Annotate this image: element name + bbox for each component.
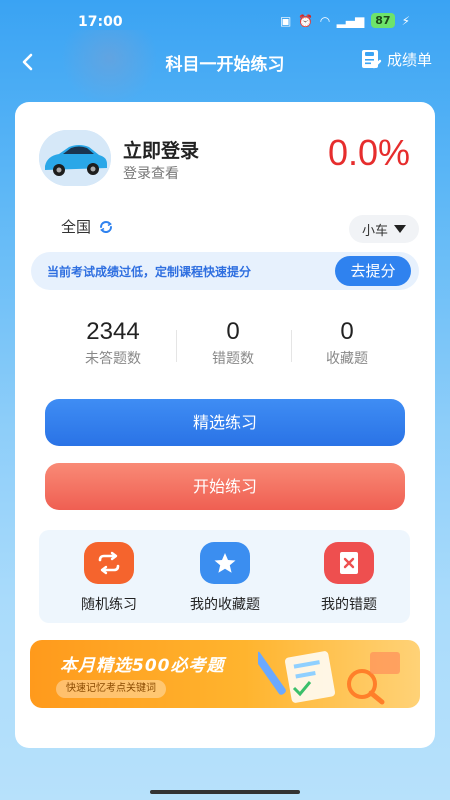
- quick-action-label: 我的收藏题: [190, 597, 260, 613]
- status-icons: ▣ ⏰ ◠ ▂▄▆ 87 ⚡: [280, 13, 410, 28]
- region-selector[interactable]: 全国: [61, 216, 115, 237]
- banner-title: 本月精选500必考题: [60, 656, 225, 676]
- region-label: 全国: [61, 218, 92, 236]
- wifi-icon: ◠: [320, 13, 330, 28]
- alarm-icon: ⏰: [298, 13, 314, 28]
- scorecard-label: 成绩单: [386, 50, 432, 69]
- stat-label: 错题数: [212, 351, 254, 367]
- scorecard-icon: [361, 50, 382, 69]
- stat-label: 未答题数: [85, 351, 141, 367]
- score-notice-banner: 当前考试成绩过低，定制课程快速提分 去提分: [31, 252, 419, 290]
- dropdown-arrow-icon: [394, 225, 406, 233]
- vehicle-type-value: 小车: [361, 223, 388, 239]
- shuffle-icon: [84, 542, 134, 584]
- vehicle-type-dropdown[interactable]: 小车: [349, 215, 419, 243]
- banner-subtitle: 快速记忆考点关键词: [56, 680, 166, 698]
- quick-actions: 随机练习 我的收藏题 我的错题: [39, 530, 410, 623]
- study-illustration-icon: [258, 651, 400, 705]
- battery-indicator: 87: [371, 13, 395, 28]
- start-practice-button[interactable]: 开始练习: [45, 463, 405, 510]
- nfc-icon: ▣: [280, 13, 292, 28]
- stat-wrong[interactable]: 0 错题数: [173, 318, 293, 368]
- login-link[interactable]: 立即登录: [123, 136, 199, 163]
- notice-text: 当前考试成绩过低，定制课程快速提分: [47, 265, 252, 279]
- my-wrong-questions-button[interactable]: 我的错题: [287, 542, 411, 614]
- practice-card: 立即登录 登录查看 0.0% 全国 小车 当前考试成绩过低，定制课程快速提分 去…: [15, 102, 435, 748]
- switch-region-icon: [100, 220, 113, 233]
- avatar[interactable]: [39, 130, 111, 186]
- stat-unanswered[interactable]: 2344 未答题数: [53, 318, 173, 368]
- improve-score-button[interactable]: 去提分: [335, 256, 411, 286]
- stat-value: 2344: [86, 318, 140, 345]
- wrong-book-icon: [324, 542, 374, 584]
- status-time: 17:00: [78, 14, 123, 30]
- signal-icon: ▂▄▆: [336, 13, 365, 28]
- nav-bar: 科目一开始练习 成绩单: [0, 40, 450, 82]
- quick-action-label: 随机练习: [81, 597, 137, 613]
- login-subtitle: 登录查看: [123, 166, 179, 182]
- random-practice-button[interactable]: 随机练习: [47, 542, 171, 614]
- car-avatar-icon: [39, 130, 111, 186]
- selected-practice-button[interactable]: 精选练习: [45, 399, 405, 446]
- pass-rate-value: 0.0%: [327, 132, 410, 173]
- promo-banner[interactable]: 本月精选500必考题 快速记忆考点关键词: [30, 640, 420, 708]
- star-icon: [200, 542, 250, 584]
- stat-value: 0: [340, 318, 354, 345]
- stat-label: 收藏题: [326, 351, 368, 367]
- home-indicator[interactable]: [150, 790, 300, 794]
- stat-value: 0: [226, 318, 240, 345]
- question-stats: 2344 未答题数 0 错题数 0 收藏题: [15, 318, 435, 374]
- scorecard-button[interactable]: 成绩单: [360, 48, 432, 70]
- stat-favorites[interactable]: 0 收藏题: [287, 318, 407, 368]
- quick-action-label: 我的错题: [321, 597, 377, 613]
- charging-icon: ⚡: [401, 13, 410, 28]
- my-favorites-button[interactable]: 我的收藏题: [163, 542, 287, 614]
